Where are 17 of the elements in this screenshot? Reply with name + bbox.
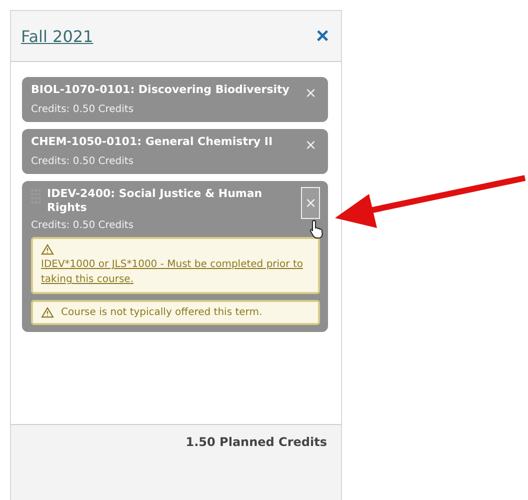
course-title: BIOL-1070-0101: Discovering Biodiversity	[31, 83, 290, 97]
warning-text: Course is not typically offered this term.	[61, 307, 262, 318]
warning-icon	[41, 244, 54, 255]
remove-button[interactable]: ×	[301, 83, 320, 103]
planned-credits-total: 1.50 Planned Credits	[186, 435, 327, 449]
warning-icon	[41, 307, 54, 318]
course-credits: Credits: 0.50 Credits	[31, 104, 135, 115]
remove-button[interactable]: ×	[301, 135, 320, 155]
course-credits: Credits: 0.50 Credits	[31, 220, 135, 231]
term-title-link[interactable]: Fall 2021	[21, 26, 94, 46]
remove-button[interactable]: ×	[301, 187, 320, 219]
course-title: CHEM-1050-0101: General Chemistry II	[31, 135, 274, 149]
prerequisite-link[interactable]: IDEV*1000 or JLS*1000 - Must be completed prior to taking this course.	[41, 257, 310, 287]
close-button[interactable]: ×	[316, 25, 329, 47]
hand-cursor-icon	[309, 219, 325, 239]
course-title: IDEV-2400: Social Justice & Human Rights	[47, 187, 264, 215]
course-credits: Credits: 0.50 Credits	[31, 156, 135, 167]
